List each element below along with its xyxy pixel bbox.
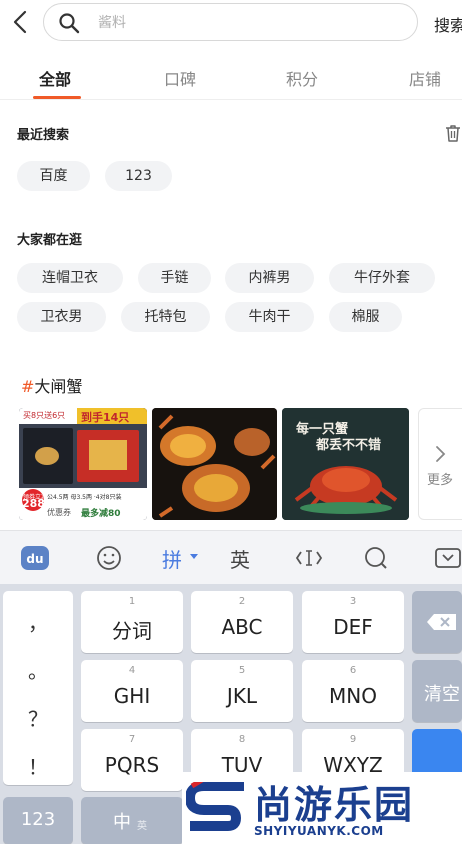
popular-title: 大家都在逛	[17, 233, 83, 248]
backspace-key[interactable]	[412, 591, 462, 653]
more-label: 更多	[427, 473, 454, 488]
key-7[interactable]: 7 PQRS	[81, 729, 183, 791]
promo-left-text: 买8只送6只	[23, 411, 66, 420]
popular-chip[interactable]: 连帽卫衣	[17, 263, 123, 293]
key-number: 7	[128, 734, 136, 745]
popular-chip[interactable]: 棉服	[329, 302, 402, 332]
popular-chip[interactable]: 托特包	[121, 302, 210, 332]
product-thumbnail[interactable]	[152, 408, 277, 520]
language-switch-key[interactable]: 中 英	[81, 797, 183, 844]
tab-all[interactable]: 全部	[39, 66, 71, 90]
product-detail-text: 公4.5两 母3.5两 ·4对8只装	[47, 494, 122, 501]
key-2[interactable]: 2 ABC	[191, 591, 293, 653]
caret-down-icon	[190, 554, 198, 559]
key-label: ABC	[221, 615, 263, 639]
promo-right-text: 到手14只	[81, 411, 130, 424]
question-key[interactable]: ？	[3, 703, 73, 732]
recent-chip[interactable]: 百度	[17, 161, 90, 191]
search-scope-tabs: 全部 口碑 积分 店铺	[0, 56, 462, 100]
coupon-value: 最多减80	[81, 509, 121, 519]
emoji-icon[interactable]	[95, 541, 123, 575]
tab-shops[interactable]: 店铺	[409, 66, 441, 90]
watermark-en-text: SHYIYUANYK.COM	[254, 824, 384, 838]
key-number: 8	[238, 734, 246, 745]
poster-title-line2: 都丢不不错	[316, 438, 382, 453]
key-label: GHI	[113, 684, 151, 708]
cursor-move-icon[interactable]	[295, 541, 323, 575]
price-text: 288	[22, 497, 45, 510]
topic-title[interactable]: #大闸蟹	[21, 373, 82, 397]
search-header: 搜索	[0, 0, 462, 46]
key-number: 9	[349, 734, 357, 745]
language-main-label: 中	[113, 812, 131, 833]
key-number: 2	[238, 596, 246, 607]
language-sub-label: 英	[137, 821, 147, 832]
backspace-icon	[427, 614, 456, 630]
key-label: DEF	[333, 615, 373, 639]
popular-chip[interactable]: 牛仔外套	[329, 263, 435, 293]
clear-key[interactable]: 清空	[412, 660, 462, 722]
svg-text:du: du	[26, 552, 43, 566]
key-4[interactable]: 4 GHI	[81, 660, 183, 722]
watermark-logo-icon	[186, 782, 244, 831]
search-box[interactable]	[43, 3, 418, 41]
key-label: MNO	[329, 684, 377, 708]
numbers-switch-key[interactable]: 123	[3, 797, 73, 844]
punctuation-column: ， 。 ？ ！	[3, 591, 73, 785]
popular-chip[interactable]: 牛肉干	[225, 302, 314, 332]
more-card[interactable]: 更多	[418, 408, 462, 520]
keyboard-logo-icon[interactable]: du	[20, 541, 50, 575]
watermark: 尚游乐园 SHYIYUANYK.COM	[182, 772, 462, 844]
key-number: 5	[238, 665, 246, 676]
popular-chip[interactable]: 卫衣男	[17, 302, 106, 332]
key-label: 分词	[112, 619, 152, 643]
key-number: 6	[349, 665, 357, 676]
hash-symbol: #	[21, 377, 35, 396]
recent-search-title: 最近搜索	[17, 128, 70, 143]
exclamation-key[interactable]: ！	[3, 751, 73, 780]
tab-points[interactable]: 积分	[286, 66, 318, 90]
product-thumbnail[interactable]: 买8只送6只 到手14只 领券立减 288 公4.5两 母3.5两 ·4对8只装…	[19, 408, 147, 520]
key-number: 4	[128, 665, 136, 676]
tab-reviews[interactable]: 口碑	[164, 66, 196, 90]
key-number: 1	[128, 596, 136, 607]
english-mode-button[interactable]: 英	[230, 544, 250, 578]
period-key[interactable]: 。	[3, 655, 73, 684]
search-icon	[59, 13, 80, 34]
watermark-cn-text: 尚游乐园	[254, 783, 415, 827]
key-3[interactable]: 3 DEF	[302, 591, 404, 653]
trash-icon[interactable]	[443, 123, 462, 143]
comma-key[interactable]: ，	[3, 607, 73, 636]
numbers-switch-label: 123	[20, 809, 56, 830]
cooked-crab-image	[152, 408, 277, 520]
key-label: PQRS	[104, 753, 160, 777]
active-tab-indicator	[33, 96, 81, 99]
coupon-label: 优惠券	[47, 508, 71, 517]
key-5[interactable]: 5 JKL	[191, 660, 293, 722]
key-number: 3	[349, 596, 357, 607]
keyboard-toolbar: du 拼 英	[0, 530, 462, 584]
clear-label: 清空	[424, 684, 460, 705]
topic-name: 大闸蟹	[34, 377, 83, 396]
search-input[interactable]	[98, 12, 398, 34]
key-6[interactable]: 6 MNO	[302, 660, 404, 722]
popular-chip[interactable]: 手链	[138, 263, 211, 293]
key-label: JKL	[226, 684, 258, 708]
popular-chip[interactable]: 内裤男	[225, 263, 314, 293]
search-bubble-icon[interactable]	[362, 541, 390, 575]
hide-keyboard-icon[interactable]	[434, 541, 462, 575]
back-arrow-icon[interactable]	[8, 9, 34, 35]
product-thumbnail[interactable]: 每一只蟹 都丢不不错	[282, 408, 409, 520]
search-button[interactable]: 搜索	[434, 12, 462, 36]
pinyin-mode-button[interactable]: 拼	[162, 544, 182, 578]
key-1[interactable]: 1 分词	[81, 591, 183, 653]
recent-chip[interactable]: 123	[105, 161, 172, 191]
chevron-right-icon	[436, 446, 446, 462]
